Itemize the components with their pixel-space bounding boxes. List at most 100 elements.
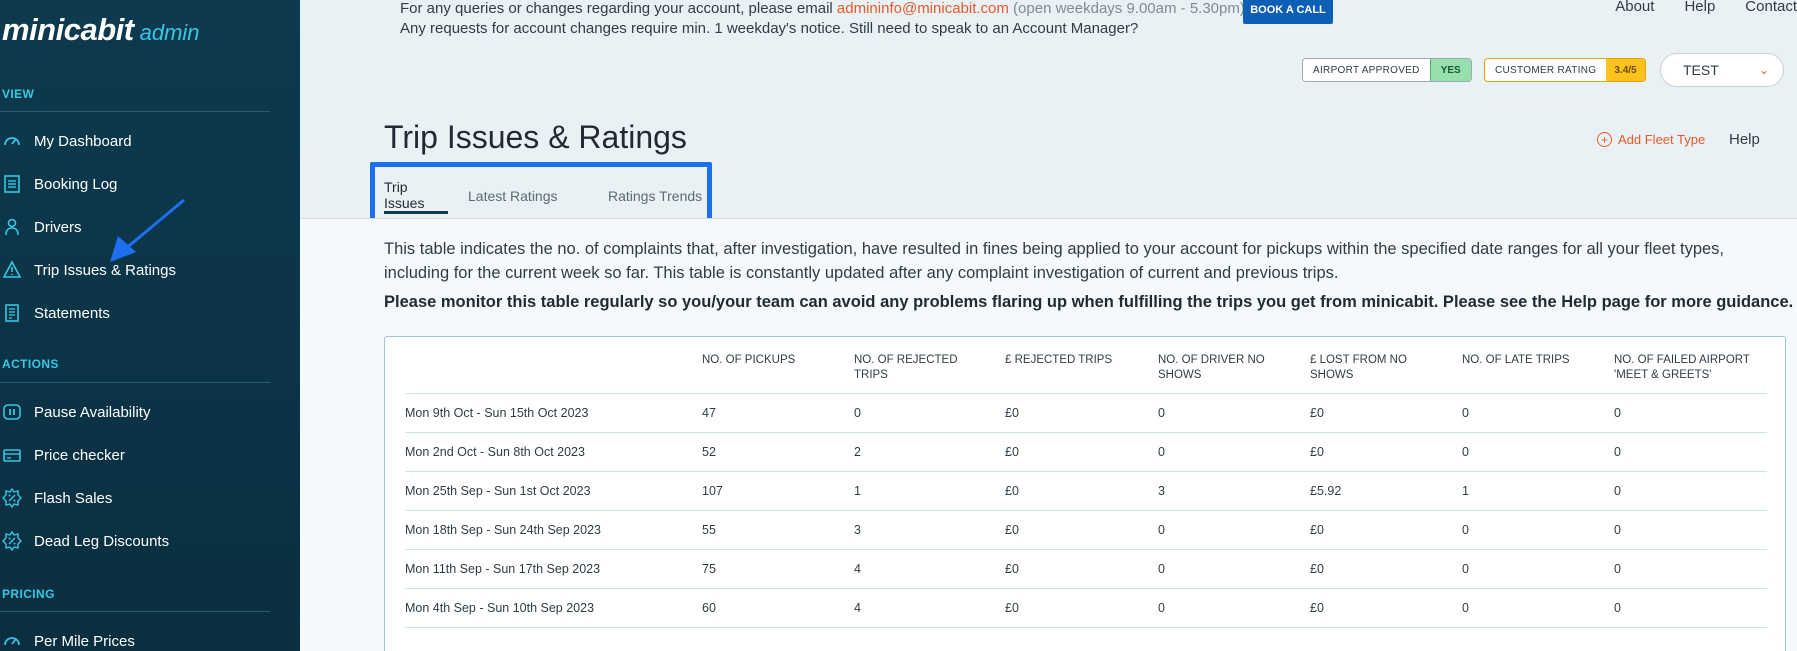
page-title: Trip Issues & Ratings bbox=[384, 119, 687, 155]
airport-approved-value: YES bbox=[1429, 59, 1471, 81]
table-cell: 0 bbox=[1614, 445, 1621, 459]
table-cell: £0 bbox=[1005, 484, 1019, 498]
top-links: About Help Contact bbox=[1615, 0, 1797, 15]
statement-icon bbox=[0, 301, 24, 325]
table-cell: 60 bbox=[702, 601, 716, 615]
sidebar-item-my-dashboard[interactable]: My Dashboard bbox=[0, 126, 290, 156]
percent-icon bbox=[0, 486, 24, 510]
column-header: NO. OF LATE TRIPS bbox=[1462, 354, 1570, 366]
section-pricing: PRICING bbox=[2, 587, 55, 601]
admin-email-link[interactable]: admininfo@minicabit.com bbox=[837, 0, 1009, 17]
notice-text: For any queries or changes regarding you… bbox=[400, 0, 837, 17]
table-cell: 0 bbox=[1614, 562, 1621, 576]
account-change-notice: Any requests for account changes require… bbox=[400, 20, 1139, 37]
add-fleet-type-label: Add Fleet Type bbox=[1618, 132, 1706, 147]
table-cell: 0 bbox=[1158, 445, 1165, 459]
table-row: Mon 11th Sep - Sun 17th Sep 2023 75 4 £0 0 £0… bbox=[405, 550, 1767, 589]
sidebar-item-label: Pause Availability bbox=[34, 403, 151, 421]
table-cell: £0 bbox=[1310, 562, 1324, 576]
table-cell: £0 bbox=[1005, 445, 1019, 459]
contact-link[interactable]: Contact bbox=[1745, 0, 1797, 15]
office-hours: (open weekdays 9.00am - 5.30pm) bbox=[1008, 0, 1245, 17]
sidebar-item-booking-log[interactable]: Booking Log bbox=[0, 169, 290, 199]
table-cell: £0 bbox=[1310, 445, 1324, 459]
table-row: Mon 4th Sep - Sun 10th Sep 2023 60 4 £0 0 £0 0… bbox=[405, 589, 1767, 628]
sidebar-item-price-checker[interactable]: Price checker bbox=[0, 440, 290, 470]
table-cell: 0 bbox=[1158, 406, 1165, 420]
add-fleet-type-button[interactable]: + Add Fleet Type bbox=[1597, 132, 1705, 147]
divider bbox=[0, 611, 270, 612]
table-cell: 0 bbox=[1158, 523, 1165, 537]
column-header: NO. OF REJECTED TRIPS bbox=[854, 354, 958, 381]
logo[interactable]: minicabit admin bbox=[2, 12, 200, 48]
about-link[interactable]: About bbox=[1615, 0, 1654, 15]
table-cell: £0 bbox=[1310, 406, 1324, 420]
table-cell: 4 bbox=[854, 601, 861, 615]
logo-sub: admin bbox=[139, 20, 200, 45]
list-icon bbox=[0, 172, 24, 196]
customer-rating-label: CUSTOMER RATING bbox=[1485, 59, 1607, 81]
page-help-link[interactable]: Help bbox=[1729, 131, 1760, 148]
sidebar-item-flash-sales[interactable]: Flash Sales bbox=[0, 483, 290, 513]
table-cell: 2 bbox=[854, 445, 861, 459]
customer-rating-badge: CUSTOMER RATING 3.4/5 bbox=[1484, 58, 1646, 82]
table-cell: 0 bbox=[1158, 601, 1165, 615]
account-select[interactable]: TEST ⌄ bbox=[1660, 53, 1784, 87]
book-a-call-button[interactable]: BOOK A CALL bbox=[1243, 0, 1333, 24]
column-header: £ REJECTED TRIPS bbox=[1005, 354, 1113, 366]
account-notice: For any queries or changes regarding you… bbox=[400, 0, 1245, 17]
customer-rating-value: 3.4/5 bbox=[1606, 59, 1645, 81]
sidebar-item-label: Booking Log bbox=[34, 175, 118, 193]
speedometer-icon bbox=[0, 129, 24, 153]
table-cell: £0 bbox=[1310, 601, 1324, 615]
chevron-down-icon: ⌄ bbox=[1758, 63, 1769, 77]
tab-trip-issues[interactable]: Trip Issues bbox=[384, 178, 448, 214]
sidebar-item-label: Dead Leg Discounts bbox=[34, 532, 170, 550]
annotation-arrow-icon bbox=[110, 198, 185, 262]
table-cell: 1 bbox=[854, 484, 861, 498]
date-range-cell: Mon 18th Sep - Sun 24th Sep 2023 bbox=[405, 523, 601, 537]
tab-bar: Trip Issues Latest Ratings Ratings Trend… bbox=[384, 178, 718, 218]
date-range-cell: Mon 4th Sep - Sun 10th Sep 2023 bbox=[405, 601, 595, 615]
date-range-cell: Mon 25th Sep - Sun 1st Oct 2023 bbox=[405, 484, 591, 498]
airport-approved-badge: AIRPORT APPROVED YES bbox=[1302, 58, 1472, 82]
sidebar-item-pause-availability[interactable]: Pause Availability bbox=[0, 397, 290, 427]
sidebar-item-dead-leg-discounts[interactable]: Dead Leg Discounts bbox=[0, 526, 290, 556]
table-cell: £5.92 bbox=[1310, 484, 1342, 498]
table-cell: 0 bbox=[1462, 562, 1469, 576]
table-cell: 0 bbox=[854, 406, 861, 420]
sidebar-item-label: Flash Sales bbox=[34, 489, 113, 507]
date-range-cell: Mon 11th Sep - Sun 17th Sep 2023 bbox=[405, 562, 601, 576]
add-circle-icon: + bbox=[1597, 132, 1612, 147]
column-header: NO. OF FAILED AIRPORT 'MEET & GREETS' bbox=[1614, 354, 1750, 381]
sidebar-item-per-mile-prices[interactable]: Per Mile Prices bbox=[0, 626, 290, 651]
price-tag-icon bbox=[0, 443, 24, 467]
sidebar: minicabit admin VIEW My Dashboard Bookin… bbox=[0, 0, 300, 651]
help-link[interactable]: Help bbox=[1684, 0, 1715, 15]
airport-approved-label: AIRPORT APPROVED bbox=[1303, 59, 1430, 81]
tab-latest-ratings[interactable]: Latest Ratings bbox=[468, 178, 568, 214]
sidebar-item-statements[interactable]: Statements bbox=[0, 298, 290, 328]
column-header: NO. OF PICKUPS bbox=[702, 354, 796, 366]
percent-icon bbox=[0, 529, 24, 553]
table-cell: 0 bbox=[1462, 601, 1469, 615]
sidebar-item-label: Drivers bbox=[34, 218, 82, 236]
pause-icon bbox=[0, 400, 24, 424]
sidebar-item-label: Per Mile Prices bbox=[34, 632, 135, 650]
tab-ratings-trends[interactable]: Ratings Trends bbox=[608, 178, 718, 214]
table-cell: 4 bbox=[854, 562, 861, 576]
speedometer-icon bbox=[0, 629, 24, 651]
divider bbox=[0, 111, 270, 112]
table-row: Mon 25th Sep - Sun 1st Oct 2023 107 1 £0 3 £5… bbox=[405, 472, 1767, 511]
sidebar-item-label: My Dashboard bbox=[34, 132, 132, 150]
table-description: This table indicates the no. of complain… bbox=[384, 240, 1725, 282]
table-cell: 0 bbox=[1462, 445, 1469, 459]
table-cell: 0 bbox=[1614, 601, 1621, 615]
driver-icon bbox=[0, 215, 24, 239]
table-cell: £0 bbox=[1005, 562, 1019, 576]
trip-issues-table: NO. OF PICKUPS NO. OF REJECTED TRIPS £ R… bbox=[384, 336, 1786, 651]
table-cell: £0 bbox=[1005, 601, 1019, 615]
sidebar-item-label: Price checker bbox=[34, 446, 125, 464]
table-cell: 0 bbox=[1614, 484, 1621, 498]
table-row: Mon 9th Oct - Sun 15th Oct 2023 47 0 £0 0 £0 0… bbox=[405, 394, 1767, 433]
